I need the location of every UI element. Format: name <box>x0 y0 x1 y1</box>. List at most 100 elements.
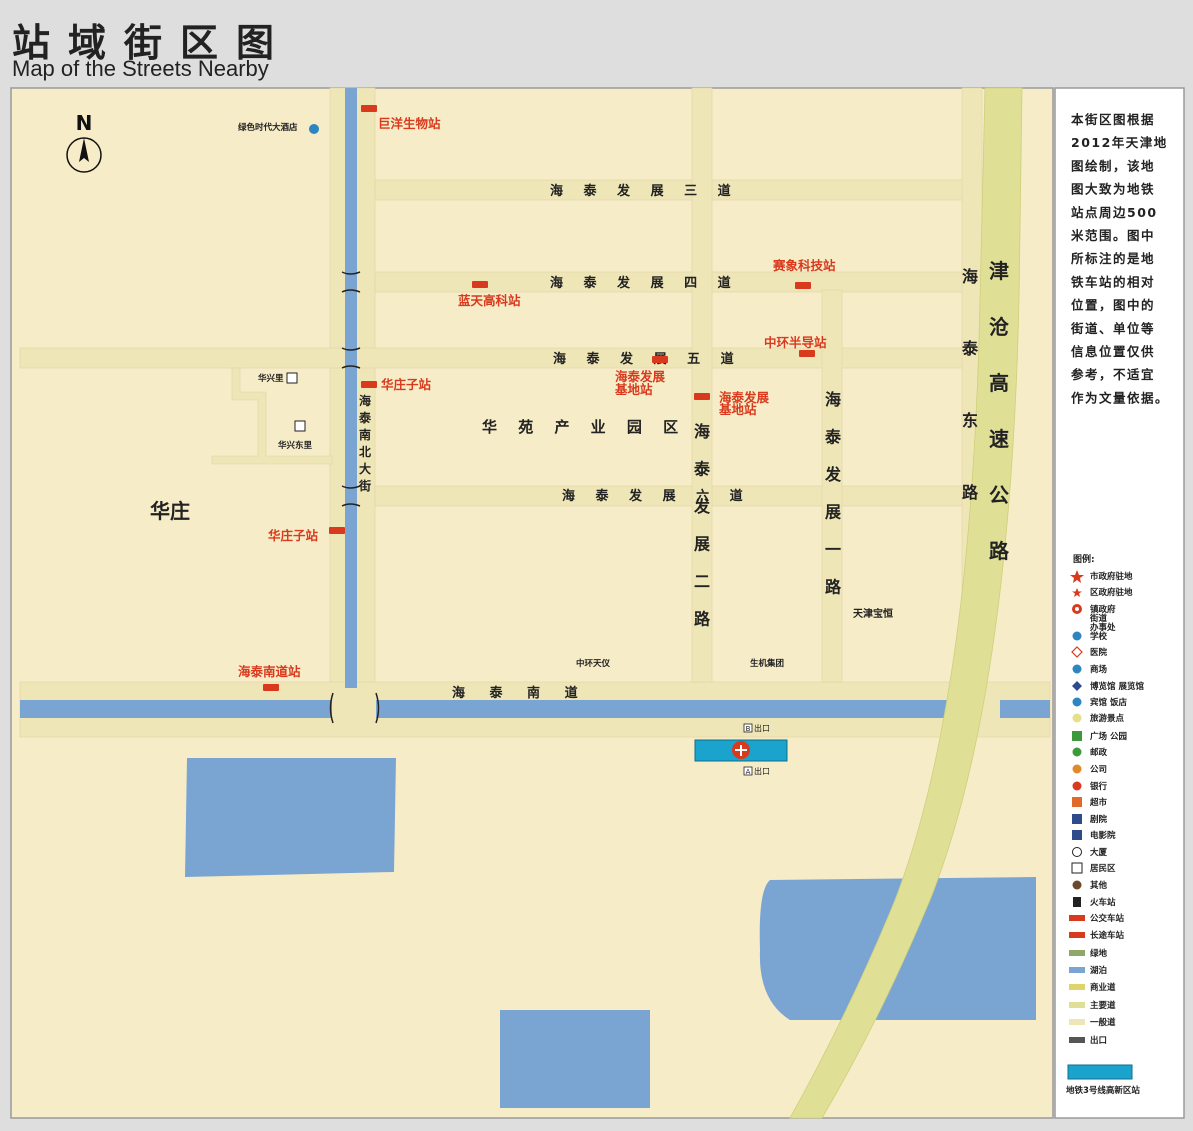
residential-icon <box>1071 862 1083 874</box>
bus-stop-label: 蓝天高科站 <box>458 293 521 308</box>
legend-label: 其他 <box>1090 880 1108 891</box>
place-label: 天津宝恒 <box>853 607 893 620</box>
bus-stop-label: 海泰南道站 <box>238 664 301 679</box>
canal <box>1000 700 1050 718</box>
residential-icon <box>286 372 298 384</box>
mall-icon <box>1072 664 1082 674</box>
road-label: 海 泰 南 道 <box>452 685 588 701</box>
lake <box>185 758 396 877</box>
building-icon <box>1072 847 1082 857</box>
legend-label: 公司 <box>1090 765 1107 775</box>
park-label: 华 苑 产 业 园 区 <box>482 418 686 436</box>
note-line: 2012年天津地 <box>1071 135 1168 150</box>
hotel-icon <box>309 124 319 134</box>
lake-icon <box>1069 967 1085 973</box>
hotel-icon <box>1072 697 1082 707</box>
legend-item: 火车站 <box>1073 897 1116 908</box>
legend-item: 银行 <box>1072 781 1108 792</box>
legend-label: 商业道 <box>1090 982 1116 993</box>
note-line: 铁车站的相对 <box>1071 274 1155 289</box>
legend-item: 其他 <box>1072 880 1108 891</box>
legend-label: 绿地 <box>1090 948 1108 959</box>
legend-label: 商场 <box>1090 664 1108 675</box>
legend-label: 区政府驻地 <box>1090 587 1133 598</box>
note-line: 图大致为地铁 <box>1071 182 1155 197</box>
place-label: 生机集团 <box>750 658 784 669</box>
legend-label: 主要道 <box>1090 1000 1116 1011</box>
note-line: 位置，图中的 <box>1071 298 1155 313</box>
legend-label: 电影院 <box>1090 830 1116 841</box>
bus-stop-label: 中环半导站 <box>764 335 827 350</box>
bus-icon <box>652 356 668 363</box>
legend-label: 宾馆 饭店 <box>1090 697 1127 708</box>
legend-label: 市政府驻地 <box>1090 571 1133 582</box>
cinema-icon <box>1072 830 1082 840</box>
bus-icon <box>795 282 811 289</box>
legend-item: 学校 <box>1072 631 1108 642</box>
main-road-icon <box>1069 1002 1085 1008</box>
bus-icon <box>329 527 345 534</box>
legend-label: 银行 <box>1089 781 1108 792</box>
legend-item: 邮政 <box>1072 747 1108 758</box>
legend-label: 剧院 <box>1089 814 1108 825</box>
company-icon <box>1072 764 1082 774</box>
scenic-icon <box>1072 713 1082 723</box>
note-line: 街道、单位等 <box>1070 321 1155 336</box>
legend-label: 火车站 <box>1090 897 1116 908</box>
legend-item: 广场 公园 <box>1072 731 1127 742</box>
road-label: 海 泰 发 展 五 道 <box>553 351 742 367</box>
legend-label: 学校 <box>1090 631 1108 642</box>
legend-label: 一般道 <box>1090 1017 1116 1028</box>
metro-line-icon <box>1067 1064 1133 1080</box>
bus-icon <box>799 350 815 357</box>
bus-stop-label: 赛象科技站 <box>772 258 836 273</box>
legend-label: 医院 <box>1090 647 1108 658</box>
note-line: 所标注的是地 <box>1071 251 1155 266</box>
coach-icon <box>1069 932 1085 938</box>
bus-stop-label: 巨洋生物站 <box>378 116 441 131</box>
legend-label: 长途车站 <box>1090 930 1125 941</box>
legend-label: 博览馆 展览馆 <box>1090 681 1144 692</box>
bus-icon <box>472 281 488 288</box>
note-line: 图绘制，该地 <box>1071 158 1155 173</box>
legend-label: 出口 <box>1090 1035 1107 1046</box>
bus-stop-label: 基地站 <box>718 402 757 417</box>
legend-label: 旅游景点 <box>1089 713 1125 724</box>
exit-a-label: 出口 <box>754 766 770 776</box>
supermarket-icon <box>1072 797 1082 807</box>
road-label: 海 泰 发 展 三 道 <box>550 183 739 199</box>
legend-label: 广场 公园 <box>1090 731 1127 742</box>
commercial-road-icon <box>1069 984 1085 990</box>
bus-stop-label: 华庄子站 <box>268 528 319 543</box>
note-line: 本街区图根据 <box>1071 112 1155 127</box>
exit-icon <box>1069 1037 1085 1043</box>
legend-label: 湖泊 <box>1090 965 1107 976</box>
district-label: 华庄 <box>150 499 190 523</box>
place-label: 华兴里 <box>258 373 284 384</box>
bus-icon <box>694 393 710 400</box>
street-map[interactable]: N 海 泰 发 展 三 道 海 泰 发 展 四 道 海 泰 发 展 五 道 海 … <box>0 0 1193 1131</box>
general-road-icon <box>1069 1019 1085 1025</box>
legend-item: 剧院 <box>1072 814 1108 825</box>
north-label: N <box>76 111 93 135</box>
bus-icon <box>361 105 377 112</box>
exit-b-label: 出口 <box>754 723 770 733</box>
note-line: 信息位置仅供 <box>1071 344 1155 359</box>
note-line: 作为文量依据。 <box>1071 390 1169 405</box>
bus-icon <box>263 684 279 691</box>
school-icon <box>1072 631 1082 641</box>
legend-item: 大厦 <box>1072 847 1108 858</box>
town-office-icon <box>1072 604 1082 614</box>
legend-item: 电影院 <box>1072 830 1116 841</box>
canal <box>20 700 332 718</box>
bus-icon <box>361 381 377 388</box>
other-icon <box>1072 880 1082 890</box>
post-icon <box>1072 747 1082 757</box>
residential-icon <box>294 420 306 432</box>
theater-icon <box>1072 814 1082 824</box>
canal <box>376 700 970 718</box>
place-label: 绿色时代大酒店 <box>238 122 298 133</box>
legend-item: 超市 <box>1072 797 1108 808</box>
legend-label: 公交车站 <box>1090 913 1125 924</box>
place-label: 华兴东里 <box>278 440 313 451</box>
